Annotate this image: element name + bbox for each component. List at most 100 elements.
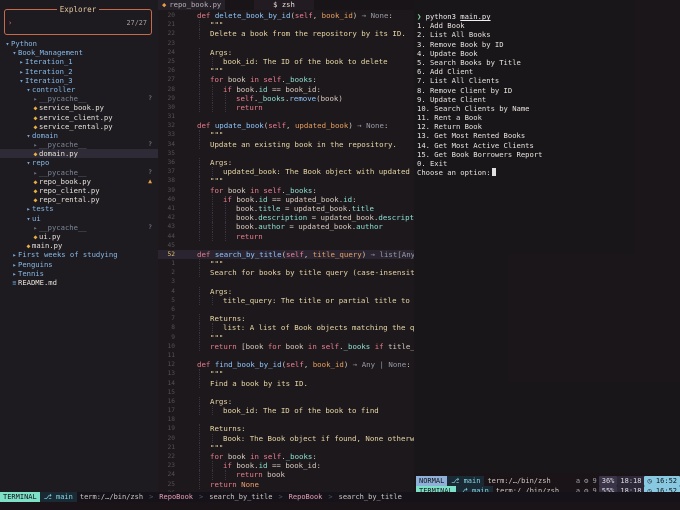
- code-line[interactable]: 45: [158, 241, 414, 250]
- code-line[interactable]: 41 book.title = updated_book.title: [158, 203, 414, 214]
- code-line[interactable]: 39 for book in self._books:: [158, 185, 414, 195]
- tree-item[interactable]: ▸ Iteration_2: [0, 67, 158, 76]
- tree-item[interactable]: ▸ __pycache__?: [0, 94, 158, 103]
- code-line[interactable]: 33 """: [158, 130, 414, 140]
- code-line[interactable]: 4 Args:: [158, 286, 414, 296]
- code-line[interactable]: 1 """: [158, 259, 414, 269]
- code-token: book.: [236, 203, 259, 213]
- code-line[interactable]: 38 """: [158, 176, 414, 186]
- code-line[interactable]: 23 if book.id == book_id:: [158, 461, 414, 471]
- code-line[interactable]: 40 if book.id == updated_book.id:: [158, 194, 414, 204]
- code-line[interactable]: 11: [158, 351, 414, 360]
- code-line[interactable]: 12 def find_book_by_id(self, book_id) → A…: [158, 360, 414, 369]
- code-line[interactable]: 31: [158, 112, 414, 121]
- tree-item[interactable]: ◆ repo_client.py: [0, 186, 158, 195]
- tree-item[interactable]: ▸ Iteration_1: [0, 57, 158, 66]
- code-line[interactable]: 10 return [book for book in self._books i…: [158, 341, 414, 351]
- breadcrumb-function[interactable]: search_by_title: [336, 492, 405, 502]
- code-line[interactable]: 25 return None: [158, 479, 414, 489]
- code-line[interactable]: 21 """: [158, 20, 414, 30]
- code-line[interactable]: 23: [158, 39, 414, 48]
- tree-item[interactable]: ◆ service_client.py: [0, 113, 158, 122]
- code-line[interactable]: 5 title_query: The title or partial title…: [158, 295, 414, 305]
- tree-item[interactable]: ◆ service_rental.py: [0, 122, 158, 131]
- tree-item[interactable]: ▸ __pycache__?: [0, 140, 158, 149]
- code-line[interactable]: 8 list: A list of Book objects matching t…: [158, 323, 414, 333]
- explorer-search-box[interactable]: Explorer › 27/27: [4, 5, 152, 35]
- line-number: 21: [167, 21, 175, 29]
- tree-item[interactable]: ◆ repo_rental.py: [0, 195, 158, 204]
- tree-item[interactable]: ▾ Book_Management: [0, 48, 158, 57]
- code-line[interactable]: 44 return: [158, 231, 414, 241]
- code-line[interactable]: 21 """: [158, 442, 414, 452]
- code-line[interactable]: 26 """: [158, 66, 414, 76]
- code-token: Update an existing book in the repositor…: [210, 139, 397, 149]
- code-line[interactable]: 19 Returns:: [158, 424, 414, 434]
- code-line[interactable]: 3: [158, 277, 414, 286]
- tree-item[interactable]: ▸ Tennis: [0, 269, 158, 278]
- indent-guide: [199, 158, 200, 168]
- tab-repo-book[interactable]: ◆ repo_book.py: [158, 0, 226, 10]
- code-line[interactable]: 52 def search_by_title(self, title_query)…: [158, 249, 414, 260]
- tree-item[interactable]: ◆ repo_book.py ▲: [0, 177, 158, 186]
- tree-item[interactable]: ▾ Iteration_3: [0, 76, 158, 85]
- terminal-pane[interactable]: $ zsh ❯ python3 main.py 1. Add Book 2. Li…: [254, 0, 680, 473]
- tree-item[interactable]: ◆ main.py: [0, 241, 158, 250]
- code-line[interactable]: 24 return book: [158, 470, 414, 480]
- line-number: 31: [167, 113, 175, 121]
- code-line[interactable]: 6: [158, 305, 414, 314]
- code-line[interactable]: 15: [158, 388, 414, 397]
- code-line[interactable]: 16 Args:: [158, 396, 414, 407]
- code-line[interactable]: 14 Find a book by its ID.: [158, 378, 414, 388]
- code-line[interactable]: 22 Delete a book from the repository by i…: [158, 29, 414, 39]
- code-token: author: [356, 222, 383, 232]
- code-line[interactable]: 30 return: [158, 102, 414, 113]
- code-line[interactable]: 43 book.author = updated_book.author: [158, 222, 414, 232]
- tree-item[interactable]: ▸ tests: [0, 204, 158, 213]
- code-line[interactable]: 36 Args:: [158, 158, 414, 168]
- code-token: for: [210, 75, 228, 85]
- code-token: Args:: [210, 286, 233, 296]
- code-line[interactable]: 34 Update an existing book in the reposit…: [158, 139, 414, 149]
- code-line[interactable]: 20 Book: The Book object if found, None o…: [158, 433, 414, 443]
- code-line[interactable]: 27 for book in self._books:: [158, 75, 414, 85]
- tree-item[interactable]: ◆ ui.py: [0, 232, 158, 241]
- tree-item[interactable]: ▾ domain: [0, 131, 158, 140]
- code-line[interactable]: 25 book_id: The ID of the book to delete: [158, 56, 414, 67]
- breadcrumb-class[interactable]: RepoBook: [286, 492, 326, 502]
- tree-item[interactable]: ▸ __pycache__?: [0, 168, 158, 177]
- code-line[interactable]: 42 book.description = updated_book.descri…: [158, 213, 414, 223]
- code-line[interactable]: 24 Args:: [158, 47, 414, 57]
- breadcrumb-class[interactable]: RepoBook: [156, 492, 196, 502]
- code-line[interactable]: 32 def update_book(self, updated_book) → …: [158, 121, 414, 130]
- code-text: Args:: [210, 397, 232, 406]
- terminal-input-line[interactable]: Choose an option:: [417, 168, 543, 177]
- code-line[interactable]: 17 book_id: The ID of the book to find: [158, 406, 414, 416]
- tree-item[interactable]: ≡ README.md: [0, 278, 158, 287]
- code-line[interactable]: 20 def delete_book_by_id(self, book_id) →…: [158, 11, 414, 20]
- code-line[interactable]: 22 for book in self._books:: [158, 452, 414, 462]
- tree-item[interactable]: ◆ service_book.py: [0, 103, 158, 112]
- tab-zsh[interactable]: $ zsh: [254, 0, 314, 10]
- code-area[interactable]: 20 def delete_book_by_id(self, book_id) →…: [158, 11, 414, 492]
- code-line[interactable]: 9 """: [158, 332, 414, 342]
- tree-item[interactable]: ▸ First weeks of studying: [0, 250, 158, 259]
- code-line[interactable]: 13 """: [158, 369, 414, 379]
- tree-item[interactable]: ▸ __pycache__?: [0, 223, 158, 232]
- breadcrumb-separator-icon: >: [278, 493, 283, 501]
- code-line[interactable]: 7 Returns:: [158, 314, 414, 324]
- breadcrumb-function[interactable]: search_by_title: [206, 492, 275, 502]
- code-line[interactable]: 37 updated_book: The Book object with upd…: [158, 167, 414, 177]
- code-line[interactable]: 2 Search for books by title query (case-i…: [158, 268, 414, 278]
- tree-item[interactable]: ▾ repo: [0, 158, 158, 167]
- tree-item[interactable]: ▾ ui: [0, 214, 158, 223]
- code-line[interactable]: 35: [158, 149, 414, 158]
- code-text: if book.id == book_id:: [223, 85, 321, 94]
- tree-item[interactable]: ▾ controller: [0, 85, 158, 94]
- code-line[interactable]: 29 self._books.remove(book): [158, 93, 414, 103]
- tree-item[interactable]: ◆ domain.py: [0, 149, 158, 159]
- tree-item[interactable]: ▾ Python: [0, 39, 158, 48]
- code-line[interactable]: 28 if book.id == book_id:: [158, 84, 414, 94]
- tree-item[interactable]: ▸ Penguins: [0, 260, 158, 269]
- code-line[interactable]: 18: [158, 415, 414, 424]
